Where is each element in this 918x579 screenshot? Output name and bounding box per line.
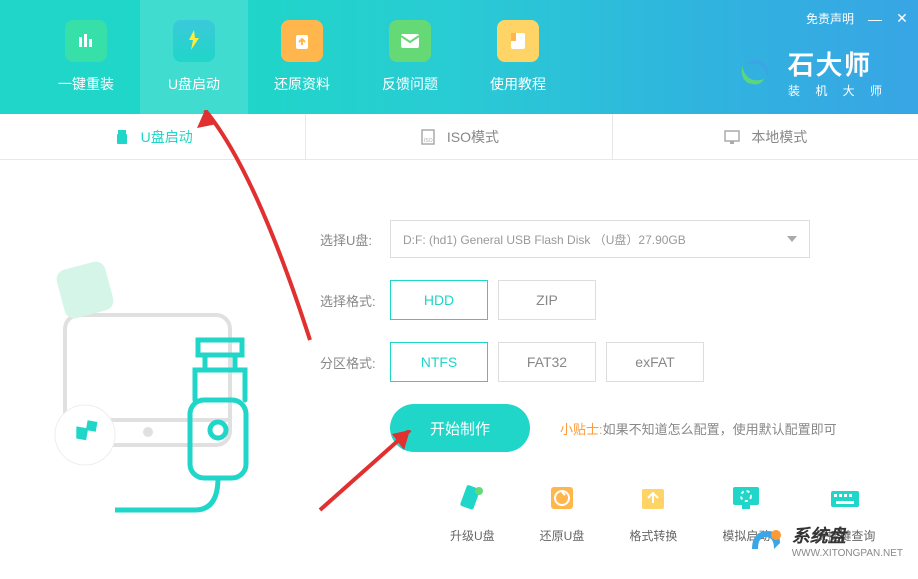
format-option-hdd[interactable]: HDD xyxy=(390,280,488,320)
start-create-button[interactable]: 开始制作 xyxy=(390,404,530,452)
usb-boot-icon xyxy=(183,28,205,54)
partition-option-ntfs[interactable]: NTFS xyxy=(390,342,488,382)
minimize-button[interactable]: — xyxy=(869,13,881,25)
sub-tabs: U盘启动 ISO ISO模式 本地模式 xyxy=(0,114,918,160)
reinstall-icon xyxy=(76,31,96,51)
usb-icon xyxy=(113,128,131,146)
sub-tab-label: ISO模式 xyxy=(447,127,499,147)
nav-label: 反馈问题 xyxy=(382,74,438,94)
header: 免责声明 — ✕ 一键重装 U盘启动 还原资料 反馈问题 使用教程 石大师 xyxy=(0,0,918,114)
nav-label: 一键重装 xyxy=(58,74,114,94)
partition-options: NTFS FAT32 exFAT xyxy=(390,342,704,382)
close-button[interactable]: ✕ xyxy=(896,13,908,25)
brand: 石大师 装 机 大 师 xyxy=(734,45,888,99)
partition-label: 分区格式: xyxy=(320,353,390,372)
format-option-zip[interactable]: ZIP xyxy=(498,280,596,320)
partition-option-fat32[interactable]: FAT32 xyxy=(498,342,596,382)
format-label: 选择格式: xyxy=(320,291,390,310)
format-convert-icon xyxy=(634,479,672,517)
upgrade-usb-icon xyxy=(453,479,491,517)
tip-label: 小贴士: xyxy=(560,422,603,437)
restore-usb-icon xyxy=(543,479,581,517)
nav-label: 还原资料 xyxy=(274,74,330,94)
simulate-boot-icon xyxy=(727,479,765,517)
nav-tab-restore[interactable]: 还原资料 xyxy=(248,0,356,114)
hotkey-query-icon xyxy=(826,479,864,517)
local-icon xyxy=(723,128,741,146)
nav-tab-feedback[interactable]: 反馈问题 xyxy=(356,0,464,114)
brand-logo-icon xyxy=(734,51,776,93)
tip-text: 如果不知道怎么配置，使用默认配置即可 xyxy=(603,422,837,437)
nav-tab-usb-boot[interactable]: U盘启动 xyxy=(140,0,248,114)
chevron-down-icon xyxy=(787,236,797,242)
tool-label: 升级U盘 xyxy=(450,527,495,544)
window-controls: 免责声明 — ✕ xyxy=(806,10,908,27)
illustration xyxy=(0,160,290,579)
restore-icon xyxy=(292,31,312,51)
tool-label: 格式转换 xyxy=(629,527,677,544)
partition-option-exfat[interactable]: exFAT xyxy=(606,342,704,382)
tool-format-convert[interactable]: 格式转换 xyxy=(629,479,677,544)
watermark-logo-icon xyxy=(746,521,784,559)
brand-name: 石大师 xyxy=(788,45,888,82)
nav-label: 使用教程 xyxy=(490,74,546,94)
watermark: 系统盘 WWW.XITONGPAN.NET xyxy=(746,521,903,559)
nav-label: U盘启动 xyxy=(168,74,220,94)
brand-subtitle: 装 机 大 师 xyxy=(788,82,888,99)
nav-tab-reinstall[interactable]: 一键重装 xyxy=(32,0,140,114)
tool-restore-usb[interactable]: 还原U盘 xyxy=(540,479,585,544)
feedback-icon xyxy=(399,32,421,50)
tutorial-icon xyxy=(509,31,527,51)
tool-upgrade-usb[interactable]: 升级U盘 xyxy=(450,479,495,544)
sub-tab-usb[interactable]: U盘启动 xyxy=(0,114,306,159)
tip: 小贴士:如果不知道怎么配置，使用默认配置即可 xyxy=(560,419,837,438)
nav-tab-tutorial[interactable]: 使用教程 xyxy=(464,0,572,114)
watermark-url: WWW.XITONGPAN.NET xyxy=(792,548,903,559)
sub-tab-local[interactable]: 本地模式 xyxy=(613,114,918,159)
disclaimer-link[interactable]: 免责声明 xyxy=(806,10,854,27)
sub-tab-iso[interactable]: ISO ISO模式 xyxy=(306,114,612,159)
usb-select[interactable]: D:F: (hd1) General USB Flash Disk （U盘）27… xyxy=(390,220,810,258)
iso-icon: ISO xyxy=(419,128,437,146)
nav-tabs: 一键重装 U盘启动 还原资料 反馈问题 使用教程 xyxy=(0,0,572,114)
sub-tab-label: U盘启动 xyxy=(141,127,193,147)
usb-label: 选择U盘: xyxy=(320,230,390,249)
tool-label: 还原U盘 xyxy=(540,527,585,544)
format-options: HDD ZIP xyxy=(390,280,596,320)
watermark-name: 系统盘 xyxy=(792,522,903,548)
svg-text:ISO: ISO xyxy=(424,138,433,144)
sub-tab-label: 本地模式 xyxy=(751,127,807,147)
usb-value: D:F: (hd1) General USB Flash Disk （U盘）27… xyxy=(403,231,686,248)
